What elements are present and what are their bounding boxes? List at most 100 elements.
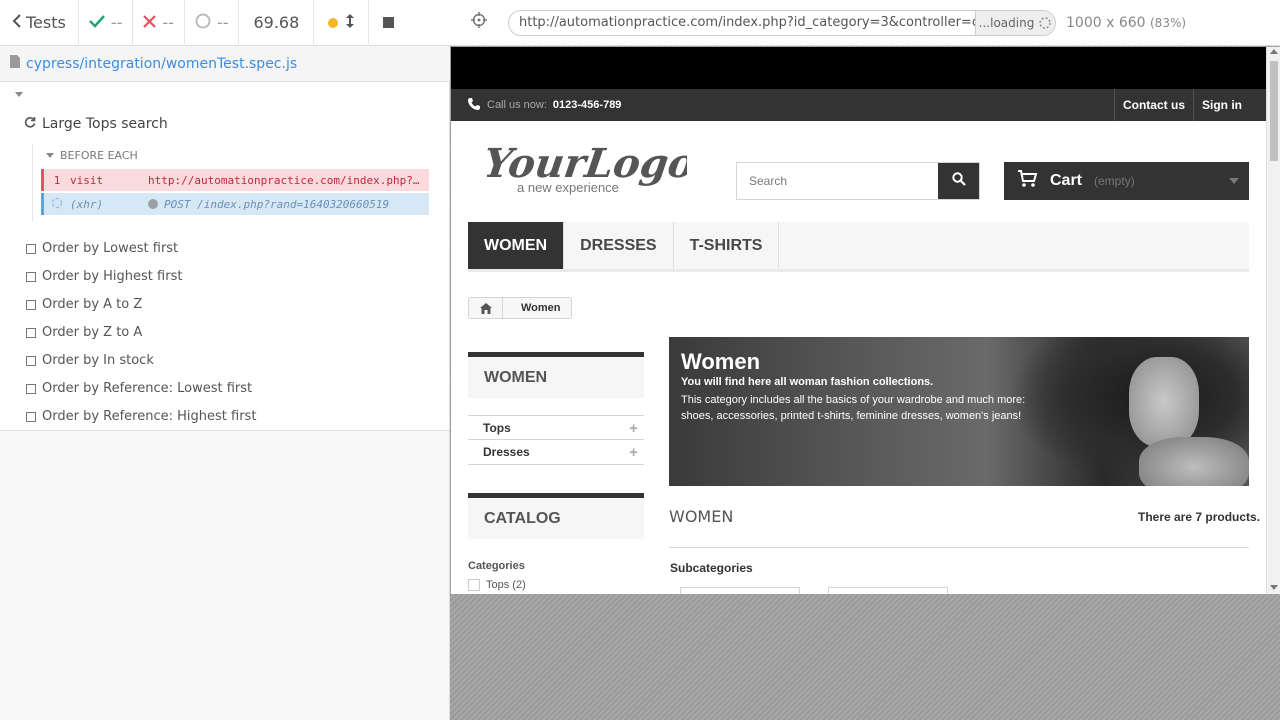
loading-indicator: ...loading: [975, 10, 1055, 35]
sidebar-item-tops[interactable]: Tops +: [468, 415, 644, 440]
test-item[interactable]: Order by Highest first: [26, 269, 182, 284]
breadcrumb: Women: [468, 297, 572, 319]
selector-playground-button[interactable]: [450, 12, 508, 33]
test-item[interactable]: Order by Z to A: [26, 325, 142, 340]
header-links: Contact us Sign in: [1113, 89, 1250, 121]
category-filter-tops[interactable]: Tops (2): [468, 579, 526, 591]
sidebar-categories: WOMEN Tops + Dresses +: [468, 352, 644, 465]
reporter-header: Tests -- -- -- 69.68: [0, 0, 450, 46]
sidebar-item-label: Tops: [483, 420, 511, 435]
sidebar-item-label: Dresses: [483, 445, 530, 459]
spinner-icon: [44, 197, 70, 212]
command-name: visit: [70, 173, 104, 187]
suite-title[interactable]: Large Tops search: [24, 116, 168, 132]
sign-in-link[interactable]: Sign in: [1193, 89, 1250, 121]
url-text: http://automationpractice.com/index.php?…: [519, 15, 1030, 30]
test-item[interactable]: Order by Lowest first: [26, 241, 178, 256]
tests-label: Tests: [26, 13, 66, 32]
stop-button[interactable]: [369, 0, 408, 46]
pending-square-icon: [26, 243, 36, 254]
tests-button[interactable]: Tests: [0, 0, 79, 46]
search-input[interactable]: Search: [737, 163, 938, 199]
plus-icon[interactable]: +: [629, 420, 638, 437]
breadcrumb-current: Women: [521, 302, 561, 314]
banner-photo-face: [1129, 357, 1199, 447]
viewport-info[interactable]: 1000 x 660 (83%): [1066, 15, 1186, 31]
sidebar-item-dresses[interactable]: Dresses +: [468, 440, 644, 465]
x-icon: [143, 13, 157, 32]
header-nav: Call us now: 0123-456-789 Contact us Sig…: [451, 89, 1266, 121]
command-name: (xhr): [70, 197, 104, 211]
duration: 69.68: [239, 0, 315, 46]
top-banner: [451, 47, 1266, 89]
menu-item-dresses[interactable]: DRESSES: [564, 222, 674, 269]
pending-square-icon: [26, 411, 36, 422]
command-visit[interactable]: 1 visit http://automationpractice.com/in…: [41, 169, 429, 191]
command-xhr[interactable]: (xhr) POST /index.php?rand=1640320660519: [41, 193, 429, 215]
failed-stat: --: [133, 0, 185, 46]
main-menu: WOMEN DRESSES T-SHIRTS: [468, 222, 1249, 272]
menu-item-women[interactable]: WOMEN: [468, 222, 565, 269]
catalog-title: CATALOG: [468, 493, 644, 539]
banner-title: Women: [681, 349, 761, 374]
test-title: Order by Reference: Highest first: [42, 409, 257, 424]
scroll-up-icon[interactable]: [1270, 49, 1278, 54]
cart-label: Cart: [1050, 172, 1083, 189]
failed-count: --: [162, 13, 174, 32]
crosshairs-icon: [471, 12, 487, 33]
menu-item-tshirts[interactable]: T-SHIRTS: [674, 222, 780, 269]
pending-square-icon: [26, 383, 36, 394]
test-title: Order by Reference: Lowest first: [42, 381, 253, 396]
spec-path[interactable]: cypress/integration/womenTest.spec.js: [26, 56, 297, 72]
home-link[interactable]: [469, 298, 503, 318]
site-logo[interactable]: YourLogo a new experience: [480, 139, 698, 204]
contact-us-link[interactable]: Contact us: [1113, 89, 1193, 121]
category-banner: Women You will find here all woman fashi…: [669, 337, 1249, 486]
cart-icon: [1018, 169, 1038, 193]
banner-photo-arm: [1139, 437, 1249, 486]
search-box: Search: [736, 162, 980, 200]
caret-down-icon[interactable]: [15, 92, 23, 97]
plus-icon[interactable]: +: [629, 444, 638, 461]
checkbox[interactable]: [468, 579, 480, 591]
hook-before-each[interactable]: BEFORE EACH: [46, 149, 138, 162]
scroll-thumb[interactable]: [1270, 61, 1278, 161]
hook-title: BEFORE EACH: [60, 149, 138, 162]
check-icon: [88, 13, 105, 32]
banner-description: This category includes all the basics of…: [681, 392, 1031, 424]
scroll-down-icon[interactable]: [1270, 585, 1278, 590]
test-item[interactable]: Order by Reference: Lowest first: [26, 381, 252, 396]
circle-notch-icon: [195, 13, 211, 33]
cart-button[interactable]: Cart (empty): [1004, 162, 1249, 200]
pending-square-icon: [26, 299, 36, 310]
pending-dot-icon: [148, 199, 158, 209]
sidebar-title[interactable]: WOMEN: [468, 352, 644, 398]
pending-count: --: [216, 13, 229, 32]
subcategory-card[interactable]: [680, 587, 800, 594]
arrows-vertical-icon[interactable]: [346, 13, 355, 32]
caret-down-icon: [46, 153, 54, 158]
test-item[interactable]: Order by Reference: Highest first: [26, 409, 256, 424]
passed-stat: --: [79, 0, 134, 46]
loading-text: ...loading: [978, 15, 1035, 30]
subcategory-card[interactable]: [828, 587, 948, 594]
spec-file-bar[interactable]: cypress/integration/womenTest.spec.js: [0, 46, 450, 82]
suite-title-text: Large Tops search: [42, 116, 168, 132]
aut-iframe: Call us now: 0123-456-789 Contact us Sig…: [451, 47, 1266, 594]
test-title: Order by Highest first: [42, 269, 183, 284]
indent-guide: [32, 144, 33, 222]
url-display[interactable]: http://automationpractice.com/index.php?…: [508, 9, 1056, 36]
url-bar: http://automationpractice.com/index.php?…: [450, 0, 1280, 46]
pending-square-icon: [26, 327, 36, 338]
aut-scrollbar[interactable]: [1266, 47, 1280, 594]
phone-icon: [467, 97, 481, 114]
pending-square-icon: [26, 355, 36, 366]
passed-count: --: [110, 13, 123, 32]
test-item[interactable]: Order by A to Z: [26, 297, 142, 312]
search-button[interactable]: [938, 163, 979, 199]
product-count: There are 7 products.: [1138, 510, 1261, 524]
banner-line-2: This category includes all the basics of…: [681, 394, 1026, 406]
viewport-scale: (83%): [1150, 15, 1187, 30]
test-item[interactable]: Order by In stock: [26, 353, 154, 368]
